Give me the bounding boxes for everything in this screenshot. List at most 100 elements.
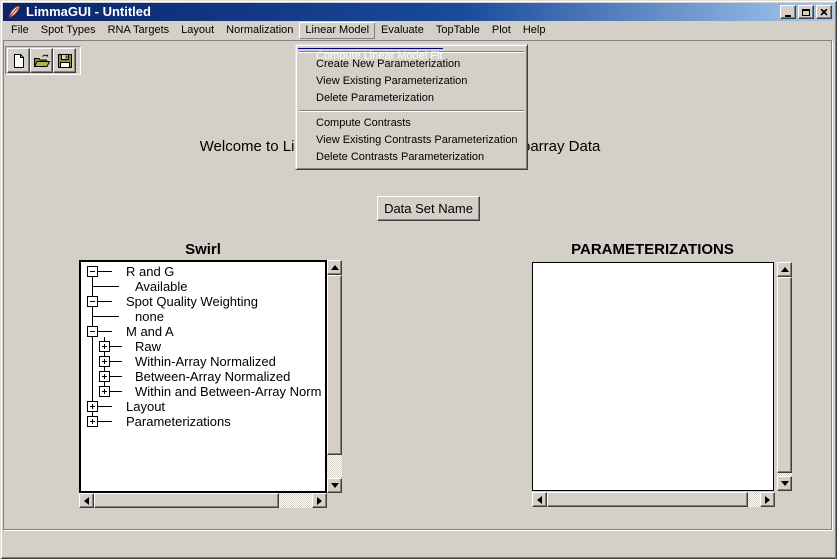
tree-collapse-icon[interactable] [87,326,98,337]
tree-connector [93,286,119,287]
save-file-button[interactable] [53,48,76,73]
menu-item-view-existing-parameterization[interactable]: View Existing Parameterization [298,73,525,90]
tree-item[interactable]: Layout [126,399,165,414]
tree-connector [110,361,122,362]
scrollbar-track[interactable] [327,455,342,478]
scrollbar-thumb[interactable] [327,275,342,455]
tree-item[interactable]: Within-Array Normalized [135,354,276,369]
scroll-left-button[interactable] [79,493,94,508]
menu-help[interactable]: Help [517,22,552,39]
toolbar [5,46,81,75]
linear-model-dropdown: Compute Linear Model Fit Create New Para… [295,44,528,170]
menu-separator [299,110,524,112]
left-horizontal-scrollbar[interactable] [79,493,327,508]
menu-layout[interactable]: Layout [175,22,220,39]
left-panel-title: Swirl [80,241,326,258]
menu-item-compute-linear-model-fit[interactable]: Compute Linear Model Fit [298,48,443,49]
arrow-left-icon [84,497,89,505]
tree-item[interactable]: M and A [126,324,174,339]
tree-connector [93,316,119,317]
new-file-icon [11,53,27,69]
tree-expand-icon[interactable] [87,401,98,412]
menu-item-delete-contrasts-parameterization[interactable]: Delete Contrasts Parameterization [298,149,525,166]
dataset-tree-listbox[interactable]: R and G Available Spot Quality Weighting… [79,260,327,493]
menu-normalization[interactable]: Normalization [220,22,299,39]
menu-plot[interactable]: Plot [486,22,517,39]
menu-item-view-existing-contrasts-parameterization[interactable]: View Existing Contrasts Parameterization [298,132,525,149]
open-folder-icon [33,53,51,69]
scroll-down-button[interactable] [327,478,342,493]
menu-linear-model[interactable]: Linear Model [299,22,375,39]
right-panel-title: PARAMETERIZATIONS [532,241,773,258]
menu-bar: File Spot Types RNA Targets Layout Norma… [3,21,834,40]
arrow-up-icon [781,267,789,272]
tree-connector [98,271,112,272]
arrow-right-icon [317,497,322,505]
tree-collapse-icon[interactable] [87,296,98,307]
close-icon [820,9,828,16]
scroll-up-button[interactable] [777,262,792,277]
tree-item[interactable]: Available [135,279,188,294]
data-set-name-button[interactable]: Data Set Name [377,196,480,221]
tree-expand-icon[interactable] [99,386,110,397]
menu-toptable[interactable]: TopTable [430,22,486,39]
scroll-down-button[interactable] [777,476,792,491]
scroll-left-button[interactable] [532,492,547,507]
tree-connector [110,391,122,392]
scrollbar-track[interactable] [748,492,760,507]
arrow-right-icon [765,496,770,504]
status-bar [3,532,834,555]
tree-collapse-icon[interactable] [87,266,98,277]
scrollbar-thumb[interactable] [94,493,279,508]
scroll-up-button[interactable] [327,260,342,275]
tree-connector [110,376,122,377]
maximize-button[interactable] [798,5,814,19]
arrow-up-icon [331,265,339,270]
menu-evaluate[interactable]: Evaluate [375,22,430,39]
title-bar[interactable]: LimmaGUI - Untitled [3,3,834,21]
tree-connector [98,301,112,302]
menu-rna-targets[interactable]: RNA Targets [102,22,176,39]
scroll-right-button[interactable] [760,492,775,507]
tree-item[interactable]: R and G [126,264,174,279]
arrow-left-icon [537,496,542,504]
tree-connector [98,331,112,332]
scrollbar-thumb[interactable] [777,277,792,473]
menu-item-compute-contrasts[interactable]: Compute Contrasts [298,115,525,132]
close-button[interactable] [816,5,832,19]
right-horizontal-scrollbar[interactable] [532,492,775,507]
tree-item[interactable]: Within and Between-Array Norm [135,384,321,399]
arrow-down-icon [781,481,789,486]
tree-connector [110,346,122,347]
menu-spot-types[interactable]: Spot Types [35,22,102,39]
window-controls [780,5,832,19]
tree-item[interactable]: Spot Quality Weighting [126,294,258,309]
tree-item[interactable]: Parameterizations [126,414,231,429]
arrow-down-icon [331,483,339,488]
minimize-button[interactable] [780,5,796,19]
menu-item-delete-parameterization[interactable]: Delete Parameterization [298,90,525,107]
scrollbar-thumb[interactable] [547,492,748,507]
minimize-icon [785,15,791,17]
scroll-right-button[interactable] [312,493,327,508]
new-file-button[interactable] [7,48,30,73]
right-vertical-scrollbar[interactable] [777,262,792,491]
tree-item[interactable]: Raw [135,339,161,354]
menu-file[interactable]: File [5,22,35,39]
open-file-button[interactable] [30,48,53,73]
parameterizations-listbox[interactable] [532,262,774,491]
window-title: LimmaGUI - Untitled [26,3,151,21]
left-vertical-scrollbar[interactable] [327,260,342,493]
tree-item[interactable]: Between-Array Normalized [135,369,290,384]
tree-expand-icon[interactable] [99,371,110,382]
tree-expand-icon[interactable] [99,341,110,352]
scrollbar-track[interactable] [279,493,312,508]
tree-expand-icon[interactable] [87,416,98,427]
save-icon [57,53,73,69]
maximize-icon [802,9,810,16]
tree-connector [98,406,112,407]
tree-connector [92,271,93,422]
tree-expand-icon[interactable] [99,356,110,367]
app-window: LimmaGUI - Untitled File Spot Types RNA … [0,0,837,559]
tree-item[interactable]: none [135,309,164,324]
